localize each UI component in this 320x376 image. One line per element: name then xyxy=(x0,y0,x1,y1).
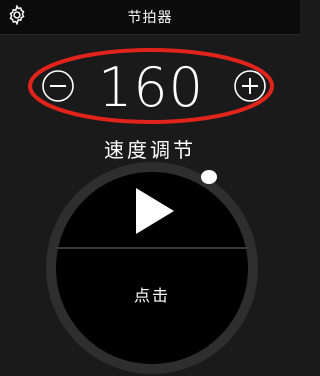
top-bar: 节拍器 xyxy=(0,0,300,34)
play-button[interactable] xyxy=(96,178,208,242)
plus-icon xyxy=(234,70,266,102)
page-title: 节拍器 xyxy=(127,10,173,26)
tap-tempo-button[interactable]: 点击 xyxy=(84,252,220,305)
play-icon xyxy=(136,188,174,234)
increase-bpm-button[interactable] xyxy=(232,68,268,104)
bpm-panel: 160 xyxy=(26,46,276,126)
tap-label: 点击 xyxy=(133,286,170,305)
header-divider xyxy=(0,34,300,35)
tempo-adjust-label: 速度调节 xyxy=(104,138,196,162)
